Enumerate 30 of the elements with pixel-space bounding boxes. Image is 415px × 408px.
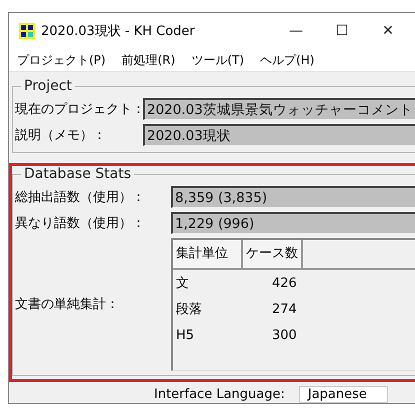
table-cell-text: H5 [175, 328, 196, 342]
maximize-button[interactable]: ☐ [319, 15, 365, 47]
table-cell-text: 300 [271, 328, 298, 342]
menu-item[interactable]: プロジェクト(P) [15, 52, 114, 68]
text-field[interactable]: 2020.03茨城県景気ウォッチャーコメント [143, 98, 415, 120]
table-cell-text: 426 [271, 276, 298, 290]
language-label: Interface Language: [154, 387, 285, 402]
group-title: Database Stats [23, 166, 132, 182]
group-title: Project [23, 78, 73, 94]
table-cell-text: 段落 [175, 301, 203, 318]
field-label: 異なり語数（使用）： [15, 215, 146, 232]
field-label: 総抽出語数（使用）： [15, 189, 146, 206]
column-header[interactable]: 集計単位 [173, 240, 243, 268]
table-cell-text: 274 [271, 302, 298, 316]
menu-item[interactable]: ヘルプ(H) [258, 52, 322, 68]
app-icon [19, 23, 35, 39]
table-cell-text: 文 [175, 275, 190, 292]
text-field[interactable]: 8,359 (3,835) [171, 186, 415, 208]
text-field[interactable]: 2020.03現状 [143, 124, 415, 146]
field-label: 説明（メモ）： [15, 127, 107, 144]
column-header[interactable]: ケース数 [243, 240, 303, 268]
text-field[interactable]: 1,229 (996) [171, 212, 415, 234]
close-button[interactable]: ✕ [365, 15, 411, 47]
field-label: 現在のプロジェクト： [15, 101, 143, 118]
language-dropdown[interactable]: Japanese [298, 386, 388, 403]
field-label: 文書の単純集計： [15, 296, 120, 312]
menu-item[interactable]: 前処理(R) [120, 52, 184, 68]
menu-item[interactable]: ツール(T) [189, 52, 252, 68]
minimize-button[interactable]: — [273, 15, 319, 47]
window-title: 2020.03現状 - KH Coder [41, 23, 195, 40]
